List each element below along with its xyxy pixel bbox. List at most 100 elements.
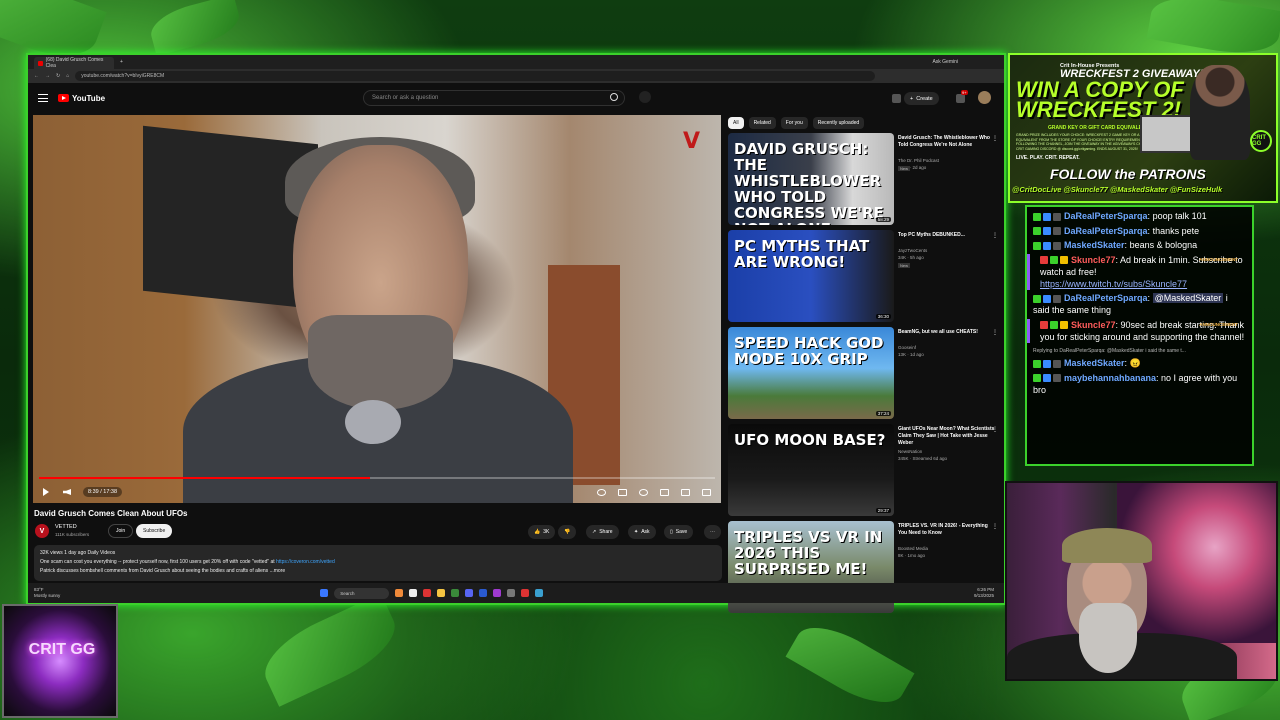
recommended-video[interactable]: DAVID GRUSCH: THE WHISTLEBLOWER WHO TOLD… xyxy=(728,133,1000,225)
search-input[interactable]: Search or ask a question xyxy=(363,90,625,106)
dislike-button[interactable]: 👎 xyxy=(558,525,577,539)
youtube-logo[interactable]: YouTube xyxy=(58,94,105,103)
forward-icon[interactable]: → xyxy=(45,73,50,79)
share-button[interactable]: ↗ Share xyxy=(586,525,619,539)
taskbar-clock[interactable]: 6:26 PM 9/13/2025 xyxy=(974,587,994,599)
taskbar-app-icon[interactable] xyxy=(437,589,446,597)
create-button[interactable]: + Create xyxy=(904,92,939,105)
chat-badge-icon xyxy=(1033,241,1041,250)
taskbar-search[interactable]: Search xyxy=(334,587,390,599)
recommended-channel[interactable]: Boosted Media xyxy=(898,546,928,551)
taskbar-app-icon[interactable] xyxy=(423,589,432,597)
recommended-video[interactable]: PC MYTHS THAT ARE WRONG! 36:30 Top PC Myth… xyxy=(728,230,1000,322)
reload-icon[interactable]: ↻ xyxy=(56,73,60,79)
video-player[interactable]: V 8:39 / 17:38 xyxy=(33,115,721,503)
chat-username[interactable]: DaRealPeterSparqa xyxy=(1064,211,1148,221)
captions-icon[interactable] xyxy=(618,488,627,496)
account-avatar[interactable] xyxy=(978,91,991,104)
chat-username[interactable]: DaRealPeterSparqa xyxy=(1064,293,1148,303)
new-tab-icon[interactable]: + xyxy=(120,59,123,65)
hamburger-menu-icon[interactable] xyxy=(38,94,48,102)
new-badge: New xyxy=(898,263,911,268)
ask-button[interactable]: ✦ Ask xyxy=(628,525,656,539)
video-thumbnail[interactable]: DAVID GRUSCH: THE WHISTLEBLOWER WHO TOLD… xyxy=(728,133,894,225)
recommended-channel[interactable]: NewsNation xyxy=(898,449,922,454)
taskbar-app-icon[interactable] xyxy=(535,589,544,597)
more-options-icon[interactable]: ⋮ xyxy=(992,426,998,433)
clock-date: 9/13/2025 xyxy=(973,593,994,598)
like-button[interactable]: 👍 3K xyxy=(528,525,556,539)
recommended-channel[interactable]: JayzTwoCents xyxy=(898,248,927,253)
chip-related[interactable]: Related xyxy=(748,117,776,129)
more-actions-icon[interactable]: ⋯ xyxy=(704,525,721,539)
recommended-channel[interactable]: The Dr. Phil Podcast xyxy=(898,158,939,163)
autoplay-toggle-icon[interactable] xyxy=(597,488,606,496)
channel-name[interactable]: VETTED xyxy=(55,524,77,530)
taskbar-app-icon[interactable] xyxy=(521,589,530,597)
channel-avatar[interactable]: V xyxy=(35,524,49,538)
video-thumbnail[interactable]: PC MYTHS THAT ARE WRONG! 36:30 xyxy=(728,230,894,322)
search-icon[interactable] xyxy=(610,93,618,101)
back-icon[interactable]: ← xyxy=(34,73,39,79)
progress-bar[interactable] xyxy=(39,477,715,479)
recommended-video[interactable]: UFO MOON BASE? 29:37 Giant UFOs Near Moon?… xyxy=(728,424,1000,516)
notifications-bell-icon[interactable] xyxy=(956,94,965,103)
recommended-title[interactable]: David Grusch: The Whistleblower Who Told… xyxy=(898,135,998,149)
more-options-icon[interactable]: ⋮ xyxy=(992,329,998,336)
more-options-icon[interactable]: ⋮ xyxy=(992,232,998,239)
video-thumbnail[interactable]: SPEED HACK GOD MODE 10X GRIP 37:24 xyxy=(728,327,894,419)
taskbar-app-icon[interactable] xyxy=(479,589,488,597)
video-description[interactable]: 32K views 1 day ago Daily Videos One sca… xyxy=(34,545,722,581)
chat-mention[interactable]: @MaskedSkater xyxy=(1152,293,1224,303)
theater-mode-icon[interactable] xyxy=(681,488,690,496)
taskbar-app-icon[interactable] xyxy=(465,589,474,597)
volume-icon[interactable] xyxy=(63,489,71,495)
chat-username[interactable]: MaskedSkater xyxy=(1064,240,1125,250)
ask-gemini-button[interactable]: Ask Gemini xyxy=(932,59,958,65)
save-button[interactable]: ▯ Save xyxy=(664,525,694,539)
chat-username[interactable]: Skuncle77 xyxy=(1071,255,1116,265)
user-badges xyxy=(1033,374,1061,383)
chip-all[interactable]: All xyxy=(728,117,744,129)
taskbar-app-icon[interactable] xyxy=(409,589,418,597)
recommended-title[interactable]: BeamNG, but we all use CHEATS! xyxy=(898,329,998,336)
more-link[interactable]: ...more xyxy=(270,568,286,574)
chip-for-you[interactable]: For you xyxy=(780,117,808,129)
recommended-title[interactable]: TRIPLES VS. VR IN 2026! - Everything You… xyxy=(898,523,998,537)
more-options-icon[interactable]: ⋮ xyxy=(992,135,998,142)
recommended-title[interactable]: Top PC Myths DEBUNKED... xyxy=(898,232,998,239)
chat-username[interactable]: Skuncle77 xyxy=(1071,320,1116,330)
settings-gear-icon[interactable] xyxy=(639,488,648,496)
chat-badge-icon xyxy=(1050,321,1058,330)
start-windows-icon[interactable] xyxy=(320,589,329,597)
microphone-icon[interactable] xyxy=(639,91,651,103)
reply-context[interactable]: Replying to DaRealPeterSparqa: @MaskedSk… xyxy=(1033,345,1246,357)
browser-tab[interactable]: (68) David Grusch Comes Clea xyxy=(34,57,114,69)
video-thumbnail[interactable]: UFO MOON BASE? 29:37 xyxy=(728,424,894,516)
home-icon[interactable]: ⌂ xyxy=(66,73,69,79)
chip-recently-uploaded[interactable]: Recently uploaded xyxy=(812,117,865,129)
recommended-channel[interactable]: Gooseinf xyxy=(898,345,916,350)
chat-username[interactable]: maybehannahbanana xyxy=(1064,373,1156,383)
leaf-decoration xyxy=(146,0,244,56)
recommended-title[interactable]: Giant UFOs Near Moon? What Scientists Cl… xyxy=(898,426,998,447)
recommended-video[interactable]: SPEED HACK GOD MODE 10X GRIP 37:24 BeamNG,… xyxy=(728,327,1000,419)
chat-badge-icon xyxy=(1040,321,1048,330)
description-link[interactable]: https://coveron.com/vetted xyxy=(276,559,335,565)
chat-username[interactable]: MaskedSkater xyxy=(1064,358,1125,368)
weather-widget[interactable]: 83°F Mostly sunny xyxy=(34,587,60,599)
chat-username[interactable]: DaRealPeterSparqa xyxy=(1064,226,1148,236)
miniplayer-icon[interactable] xyxy=(660,488,669,496)
extension-icon[interactable] xyxy=(892,94,901,103)
chat-link[interactable]: https://www.twitch.tv/subs/Skuncle77 xyxy=(1040,279,1187,289)
more-options-icon[interactable]: ⋮ xyxy=(992,523,998,530)
taskbar-app-icon[interactable] xyxy=(493,589,502,597)
subscribe-button[interactable]: Subscribe xyxy=(136,524,173,538)
taskbar-app-icon[interactable] xyxy=(451,589,460,597)
url-field[interactable]: youtube.com/watch?v=bIvyiGRE8CM xyxy=(75,71,876,81)
fullscreen-icon[interactable] xyxy=(702,488,711,496)
play-icon[interactable] xyxy=(43,488,49,496)
taskbar-app-icon[interactable] xyxy=(507,589,516,597)
join-button[interactable]: Join xyxy=(108,524,134,538)
taskbar-app-icon[interactable] xyxy=(395,589,404,597)
